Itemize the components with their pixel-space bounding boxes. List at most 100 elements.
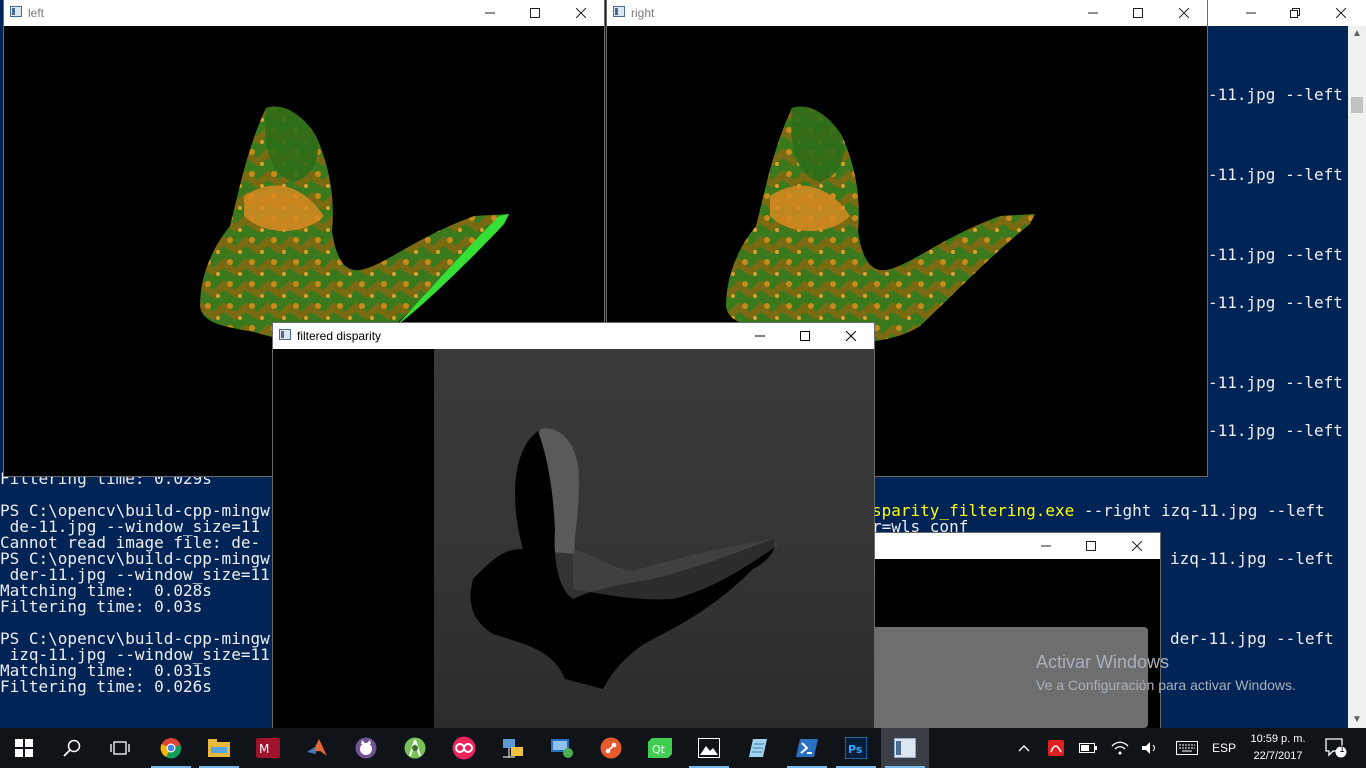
window-left-title: left: [28, 6, 45, 20]
powershell-titlebar[interactable]: [1208, 0, 1366, 26]
svg-text:Qt: Qt: [652, 743, 666, 756]
activation-watermark-subtitle: Ve a Configuración para activar Windows.: [1036, 677, 1296, 693]
action-center-button[interactable]: 1: [1320, 728, 1352, 768]
taskbar-opencv-window[interactable]: [881, 728, 929, 768]
show-hidden-icons-button[interactable]: [1012, 728, 1036, 768]
keyboard-icon: [1176, 741, 1198, 755]
android-studio-icon: [404, 737, 426, 759]
remote-desktop-icon: [551, 739, 573, 758]
disparity-canvas: [273, 349, 874, 728]
opencv-window-icon: [613, 6, 625, 17]
chrome-icon: [160, 738, 182, 759]
tray-battery[interactable]: [1076, 728, 1100, 768]
console-scrollbar[interactable]: [1348, 26, 1366, 728]
taskbar-android-studio[interactable]: [391, 728, 439, 768]
taskbar-matlab[interactable]: [293, 728, 341, 768]
notepad-icon: [749, 739, 767, 757]
taskbar-github-desktop[interactable]: [342, 728, 390, 768]
console-line: Filtering time: 0.026s: [0, 677, 212, 696]
disparity-map-image: [273, 349, 874, 728]
maximize-icon[interactable]: [1115, 0, 1161, 26]
volume-icon: [1142, 742, 1155, 754]
console-command-args: --right izq-11.jpg --left: [1074, 501, 1325, 520]
window-background[interactable]: [872, 533, 1160, 728]
close-icon[interactable]: [558, 0, 604, 26]
taskbar-qt-creator[interactable]: Qt: [636, 728, 684, 768]
close-icon[interactable]: [828, 323, 874, 349]
svg-text:Ps: Ps: [848, 743, 863, 756]
scroll-down-arrow-icon[interactable]: ▼: [1348, 712, 1366, 728]
git-icon: [600, 737, 622, 759]
tray-clock[interactable]: 10:59 p. m. 22/7/2017: [1243, 731, 1313, 765]
console-line: -11.jpg --left: [1208, 245, 1343, 264]
minimize-icon[interactable]: [1070, 0, 1116, 26]
start-button[interactable]: [0, 728, 48, 768]
scroll-up-arrow-icon[interactable]: ▲: [1348, 26, 1366, 42]
battery-icon: [1079, 743, 1097, 753]
tray-keyboard[interactable]: [1172, 728, 1202, 768]
taskbar-powershell[interactable]: [783, 728, 831, 768]
console-line-der: der-11.jpg --left: [1170, 629, 1334, 648]
photoshop-icon: Ps: [845, 737, 867, 759]
taskbar-mendeley[interactable]: M: [244, 728, 292, 768]
matlab-icon: [307, 739, 327, 756]
taskbar-photoshop[interactable]: Ps: [832, 728, 880, 768]
close-icon[interactable]: [1318, 0, 1364, 26]
maximize-icon[interactable]: [1068, 533, 1114, 559]
close-icon[interactable]: [1161, 0, 1207, 26]
taskbar-notepad[interactable]: [734, 728, 782, 768]
windows-logo-icon: [15, 739, 33, 757]
clock-time: 10:59 p. m.: [1250, 733, 1306, 745]
github-icon: [355, 737, 377, 759]
background-window-canvas: [872, 559, 1160, 728]
taskbar-photos[interactable]: [685, 728, 733, 768]
opencv-window-icon: [10, 6, 22, 17]
console-line-izq: izq-11.jpg --left: [1170, 549, 1334, 568]
task-view-icon: [110, 741, 130, 755]
close-icon[interactable]: [1114, 533, 1160, 559]
minimize-icon[interactable]: [467, 0, 513, 26]
task-view-button[interactable]: [96, 728, 144, 768]
tray-volume[interactable]: [1138, 728, 1162, 768]
mendeley-icon: M: [256, 738, 280, 758]
svg-text:M: M: [259, 742, 269, 756]
maximize-icon[interactable]: [512, 0, 558, 26]
window-background-titlebar[interactable]: [872, 533, 1160, 559]
taskbar-file-explorer[interactable]: [195, 728, 243, 768]
minimize-icon[interactable]: [737, 323, 783, 349]
powershell-icon: [796, 739, 818, 757]
activation-watermark-title: Activar Windows: [1036, 652, 1170, 672]
console-line: -11.jpg --left: [1208, 165, 1343, 184]
maximize-icon[interactable]: [782, 323, 828, 349]
window-disparity-titlebar[interactable]: filtered disparity: [273, 323, 874, 349]
taskbar-remote-desktop[interactable]: [538, 728, 586, 768]
taskbar-network-app[interactable]: [489, 728, 537, 768]
tray-language[interactable]: ESP: [1208, 728, 1240, 768]
taskbar-git[interactable]: [587, 728, 635, 768]
window-filtered-disparity[interactable]: filtered disparity: [273, 323, 874, 728]
clock-date: 22/7/2017: [1253, 750, 1303, 762]
folder-icon: [208, 739, 230, 757]
console-line: -11.jpg --left: [1208, 85, 1343, 104]
console-line: -11.jpg --left: [1208, 421, 1343, 440]
opencv-window-icon: [894, 738, 916, 758]
console-line: -11.jpg --left: [1208, 293, 1343, 312]
taskbar-chrome[interactable]: [147, 728, 195, 768]
minimize-icon[interactable]: [1023, 533, 1069, 559]
window-left-titlebar[interactable]: left: [4, 0, 604, 26]
wifi-icon: [1111, 741, 1129, 755]
network-app-icon: [503, 739, 523, 758]
flickr-icon: [452, 736, 476, 760]
opencv-window-icon: [279, 329, 291, 340]
chevron-up-icon: [1018, 745, 1030, 752]
restore-icon[interactable]: [1272, 0, 1318, 26]
window-right-title: right: [631, 6, 655, 20]
search-button[interactable]: [48, 728, 96, 768]
window-right-titlebar[interactable]: right: [607, 0, 1207, 26]
tray-acrobat[interactable]: [1044, 728, 1068, 768]
qt-icon: Qt: [648, 738, 672, 758]
tray-wifi[interactable]: [1108, 728, 1132, 768]
taskbar-flickr[interactable]: [440, 728, 488, 768]
scrollbar-thumb[interactable]: [1351, 97, 1363, 113]
minimize-icon[interactable]: [1228, 0, 1274, 26]
